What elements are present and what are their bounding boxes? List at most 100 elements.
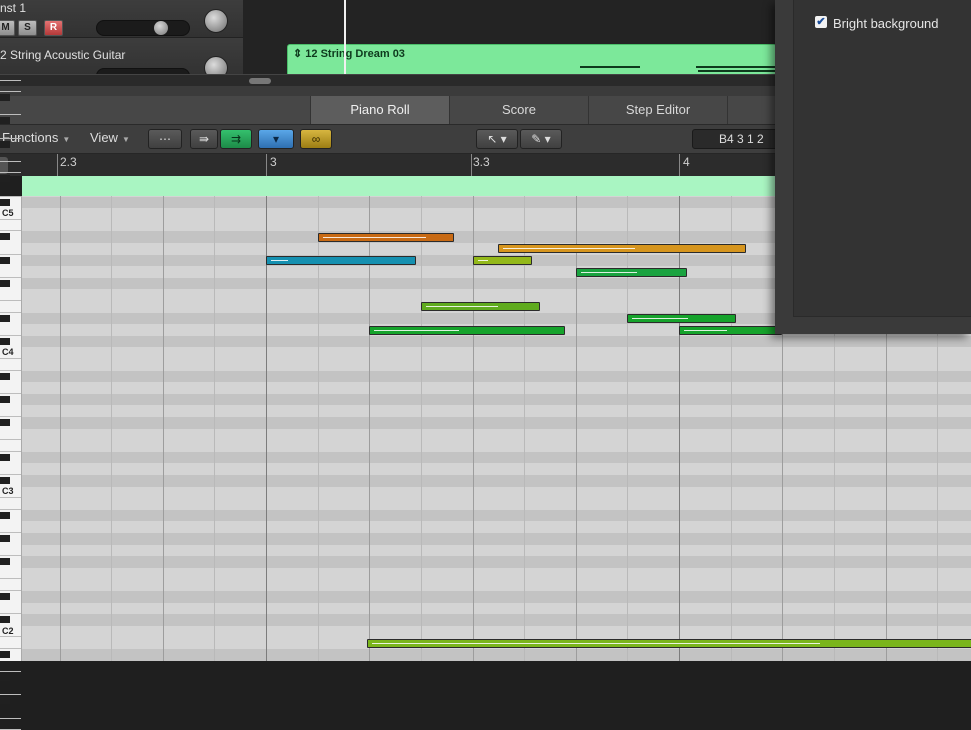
region-name: ⇕ 12 String Dream 03 xyxy=(293,48,405,60)
tab-step-editor[interactable]: Step Editor xyxy=(588,96,727,124)
midi-note[interactable] xyxy=(266,255,416,265)
pan-knob[interactable] xyxy=(204,9,228,33)
grid-line xyxy=(627,196,629,661)
midi-note[interactable] xyxy=(679,325,783,335)
white-key-edge xyxy=(0,694,21,696)
midi-note[interactable] xyxy=(420,302,540,312)
white-key-edge xyxy=(0,416,21,417)
midi-note[interactable] xyxy=(472,255,532,265)
pointer-tool-icon[interactable]: ↖ ▾ xyxy=(476,129,518,149)
track-header-guitar[interactable]: 2 String Acoustic Guitar xyxy=(0,38,243,84)
midi-note[interactable] xyxy=(627,313,736,323)
resize-handle[interactable] xyxy=(249,78,271,84)
midi-out-icon[interactable]: ⇛ xyxy=(190,129,218,149)
black-key[interactable] xyxy=(0,117,10,125)
black-key[interactable] xyxy=(0,558,10,566)
black-key[interactable] xyxy=(0,94,10,102)
midi-region[interactable]: ⇕ 12 String Dream 03 xyxy=(287,44,777,76)
white-key-edge xyxy=(0,392,21,394)
white-key-edge xyxy=(0,450,21,452)
track-name: nst 1 xyxy=(0,1,27,15)
mute-button[interactable]: M xyxy=(0,20,15,36)
black-key[interactable] xyxy=(0,535,10,542)
grid-row-dark xyxy=(22,591,971,603)
midi-in-icon[interactable]: ⋯ xyxy=(148,129,182,149)
black-key[interactable] xyxy=(0,395,10,403)
bright-background-checkbox[interactable]: ✔ xyxy=(815,16,827,28)
volume-slider[interactable] xyxy=(96,20,190,36)
black-key[interactable] xyxy=(0,651,10,658)
white-key-edge xyxy=(0,218,21,220)
white-key-edge xyxy=(0,114,21,116)
bright-background-label: Bright background xyxy=(833,16,939,31)
black-key[interactable] xyxy=(0,697,10,705)
track-header-inst1[interactable]: nst 1 M S R xyxy=(0,0,243,38)
midi-note[interactable] xyxy=(498,244,747,254)
midi-note[interactable] xyxy=(369,325,566,335)
record-button[interactable]: R xyxy=(44,20,63,36)
black-key[interactable] xyxy=(0,256,10,264)
velocity-line xyxy=(425,306,498,308)
white-key-edge xyxy=(0,172,21,174)
tab-overflow[interactable] xyxy=(727,96,776,124)
black-key[interactable] xyxy=(0,419,10,426)
pencil-tool-icon[interactable]: ✎ ▾ xyxy=(520,129,562,149)
white-key-edge xyxy=(0,358,21,359)
midi-note[interactable] xyxy=(366,638,971,648)
tab-piano-roll[interactable]: Piano Roll xyxy=(310,96,449,124)
white-key-edge xyxy=(0,300,21,301)
white-key-edge xyxy=(0,334,21,336)
white-key-edge xyxy=(0,532,21,533)
grid-row-dark xyxy=(22,393,971,406)
white-key-edge xyxy=(0,91,21,93)
solo-button[interactable]: S xyxy=(18,20,37,36)
white-key-edge xyxy=(0,508,21,510)
black-key[interactable] xyxy=(0,198,10,206)
grid-row-dark xyxy=(22,614,971,626)
filter-icon[interactable]: ▾ xyxy=(258,129,294,149)
grid-line xyxy=(214,196,216,661)
black-key[interactable] xyxy=(0,616,10,624)
link-icon[interactable]: ∞ xyxy=(300,129,332,149)
tab-score[interactable]: Score xyxy=(449,96,588,124)
grid-row-dark xyxy=(22,335,971,348)
grid-line xyxy=(679,196,680,661)
white-key-edge xyxy=(0,555,21,557)
black-key[interactable] xyxy=(0,511,10,519)
volume-thumb[interactable] xyxy=(154,21,168,35)
grid-row-dark xyxy=(22,509,971,522)
track-name: 2 String Acoustic Guitar xyxy=(0,48,126,62)
ruler-label: 4 xyxy=(683,155,690,169)
white-key-edge xyxy=(0,439,21,441)
black-key[interactable] xyxy=(0,279,10,287)
black-key[interactable] xyxy=(0,140,10,148)
black-key[interactable] xyxy=(0,593,10,600)
piano-keyboard[interactable]: C5 C4 C3 C2 xyxy=(0,79,22,730)
black-key[interactable] xyxy=(0,674,10,682)
black-key[interactable] xyxy=(0,314,10,322)
view-menu[interactable]: View ▼ xyxy=(90,130,130,145)
midi-note[interactable] xyxy=(575,267,687,277)
velocity-line xyxy=(371,642,821,644)
black-key[interactable] xyxy=(0,233,10,241)
catch-playhead-icon[interactable]: ⇉ xyxy=(220,129,252,149)
black-key[interactable] xyxy=(0,175,10,183)
black-key[interactable] xyxy=(0,372,10,380)
grid-line xyxy=(420,196,422,661)
playhead[interactable] xyxy=(344,0,346,74)
octave-label: C2 xyxy=(2,625,14,636)
settings-panel: ✔ Bright background xyxy=(775,0,971,334)
velocity-line xyxy=(580,271,638,273)
octave-label: C4 xyxy=(2,347,14,358)
grid-row-dark xyxy=(22,556,971,568)
white-key-edge xyxy=(0,230,21,232)
grid-line xyxy=(730,196,732,661)
black-key[interactable] xyxy=(0,453,10,461)
white-key-edge xyxy=(0,276,21,278)
midi-note[interactable] xyxy=(317,232,455,242)
black-key[interactable] xyxy=(0,477,10,484)
grid-row-dark xyxy=(22,649,971,661)
octave-label: C3 xyxy=(2,486,14,497)
black-key[interactable] xyxy=(0,337,10,345)
grid-line xyxy=(59,196,61,661)
